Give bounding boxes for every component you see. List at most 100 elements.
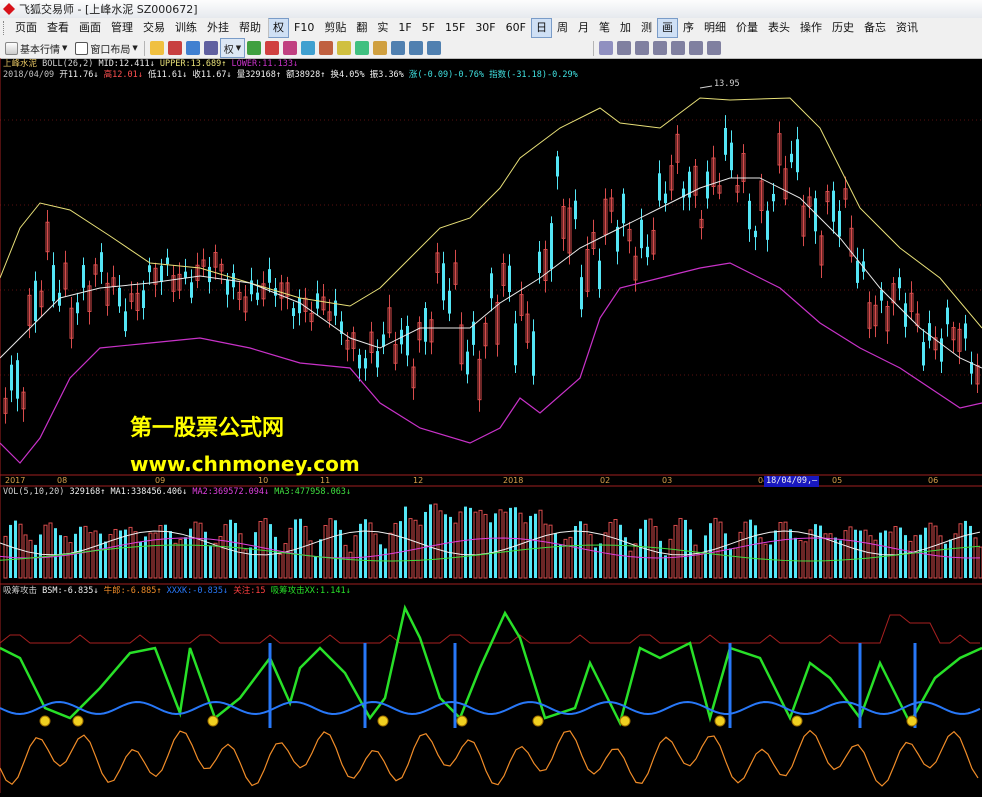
- quote-amount: 额38928↑: [286, 70, 326, 80]
- volume-bar-up: [938, 535, 943, 579]
- menu-item[interactable]: 帮助: [234, 18, 266, 38]
- volume-bar-up: [913, 535, 918, 579]
- candle-down: [796, 139, 799, 173]
- fib-icon[interactable]: [671, 41, 686, 55]
- menu-item[interactable]: 日: [530, 18, 552, 38]
- menu-item[interactable]: 笔: [594, 18, 615, 38]
- candle-down: [376, 351, 379, 368]
- basic-market-button[interactable]: 基本行情 ▼: [0, 39, 70, 57]
- candle-down: [424, 308, 427, 342]
- menu-item[interactable]: 资讯: [891, 18, 923, 38]
- candle-down: [166, 257, 169, 265]
- time-axis-label: 10: [258, 476, 269, 485]
- volume-bar-down: [879, 532, 882, 578]
- menu-item[interactable]: 价量: [731, 18, 763, 38]
- menu-item[interactable]: 表头: [763, 18, 795, 38]
- window-title: 飞狐交易师 - [上峰水泥 SZ000672]: [19, 3, 198, 16]
- volume-bar-up: [63, 536, 68, 579]
- menu-item[interactable]: 实: [372, 18, 393, 38]
- menu-item[interactable]: 15F: [440, 18, 470, 38]
- volume-bar-up: [478, 509, 483, 579]
- candle-down: [550, 223, 553, 269]
- window-icon[interactable]: [391, 41, 406, 55]
- menu-item[interactable]: 周: [552, 18, 573, 38]
- volume-bar-up: [133, 531, 138, 579]
- list-icon[interactable]: [283, 41, 298, 55]
- pen-icon[interactable]: [337, 41, 352, 55]
- volume-bar-up: [668, 538, 673, 579]
- cancel-icon[interactable]: [265, 41, 280, 55]
- menu-item[interactable]: F10: [289, 18, 319, 38]
- table-icon[interactable]: [247, 41, 262, 55]
- draw-line-icon[interactable]: [599, 41, 614, 55]
- folder-icon[interactable]: [149, 41, 164, 55]
- window-icon[interactable]: [427, 41, 442, 55]
- window-icon[interactable]: [409, 41, 424, 55]
- menu-item[interactable]: 备忘: [859, 18, 891, 38]
- volume-bar-up: [113, 528, 118, 579]
- compare-icon[interactable]: [319, 41, 334, 55]
- coins-icon[interactable]: [373, 41, 388, 55]
- menu-item[interactable]: 页面: [10, 18, 42, 38]
- menu-item[interactable]: 管理: [106, 18, 138, 38]
- ray-icon[interactable]: [617, 41, 632, 55]
- candle-down: [406, 325, 409, 356]
- grid-icon[interactable]: [167, 41, 182, 55]
- volume-bar-up: [803, 541, 808, 579]
- smiley-signal-icon: [906, 715, 918, 727]
- menu-item[interactable]: 画面: [74, 18, 106, 38]
- menu-item[interactable]: 权: [268, 18, 289, 38]
- candle-down: [250, 280, 253, 295]
- volume-bar-up: [848, 526, 853, 579]
- menu-item[interactable]: 测: [636, 18, 657, 38]
- menu-item[interactable]: 操作: [795, 18, 827, 38]
- toolbar: 基本行情 ▼ 窗口布局 ▼ 权 ▼: [0, 38, 982, 59]
- menu-item[interactable]: 外挂: [202, 18, 234, 38]
- menu-item[interactable]: 查看: [42, 18, 74, 38]
- volume-bar-down: [814, 524, 817, 578]
- menu-item[interactable]: 30F: [470, 18, 500, 38]
- menu-item[interactable]: 60F: [501, 18, 531, 38]
- volume-bar-down: [924, 527, 927, 578]
- menu-item[interactable]: 1F: [393, 18, 416, 38]
- menu-item[interactable]: 序: [678, 18, 699, 38]
- menu-item[interactable]: 训练: [170, 18, 202, 38]
- bars-icon[interactable]: [203, 41, 218, 55]
- window-layout-button[interactable]: 窗口布局 ▼: [70, 39, 140, 57]
- menu-item[interactable]: 剪贴: [319, 18, 351, 38]
- volume-bar-up: [568, 536, 573, 579]
- candle-down: [208, 266, 211, 283]
- volume-bar-up: [218, 536, 223, 579]
- menu-item[interactable]: 交易: [138, 18, 170, 38]
- calendar-icon[interactable]: [301, 41, 316, 55]
- chart-area[interactable]: 上峰水泥 BOLL(26,2) MID:12.411↓ UPPER:13.689…: [0, 58, 982, 793]
- candle-down: [646, 246, 649, 258]
- menu-item[interactable]: 5F: [417, 18, 440, 38]
- crosshair-icon[interactable]: [185, 41, 200, 55]
- volume-bar-up: [198, 522, 203, 579]
- volume-bar-down: [319, 539, 322, 578]
- candle-down: [532, 331, 535, 376]
- volume-bar-up: [693, 544, 698, 579]
- right-adjust-button[interactable]: 权 ▼: [219, 38, 246, 58]
- candle-down: [730, 142, 733, 171]
- volume-bar-up: [348, 551, 353, 579]
- menu-item[interactable]: 画: [656, 18, 678, 38]
- gann-icon[interactable]: [689, 41, 704, 55]
- volume-bar-down: [794, 537, 797, 578]
- menu-item[interactable]: 历史: [827, 18, 859, 38]
- menu-item[interactable]: 翻: [351, 18, 372, 38]
- candle-down: [922, 342, 925, 366]
- menu-grip-icon: [3, 21, 7, 35]
- chart-icon[interactable]: [355, 41, 370, 55]
- menu-item[interactable]: 加: [615, 18, 636, 38]
- rectangle-icon[interactable]: [707, 41, 722, 55]
- volume-bar-down: [509, 507, 512, 578]
- parallel-icon[interactable]: [635, 41, 650, 55]
- volume-bar-up: [88, 532, 93, 579]
- title-bar: 飞狐交易师 - [上峰水泥 SZ000672]: [0, 0, 982, 19]
- fan-icon[interactable]: [653, 41, 668, 55]
- menu-item[interactable]: 月: [573, 18, 594, 38]
- volume-bar-up: [453, 522, 458, 579]
- menu-item[interactable]: 明细: [699, 18, 731, 38]
